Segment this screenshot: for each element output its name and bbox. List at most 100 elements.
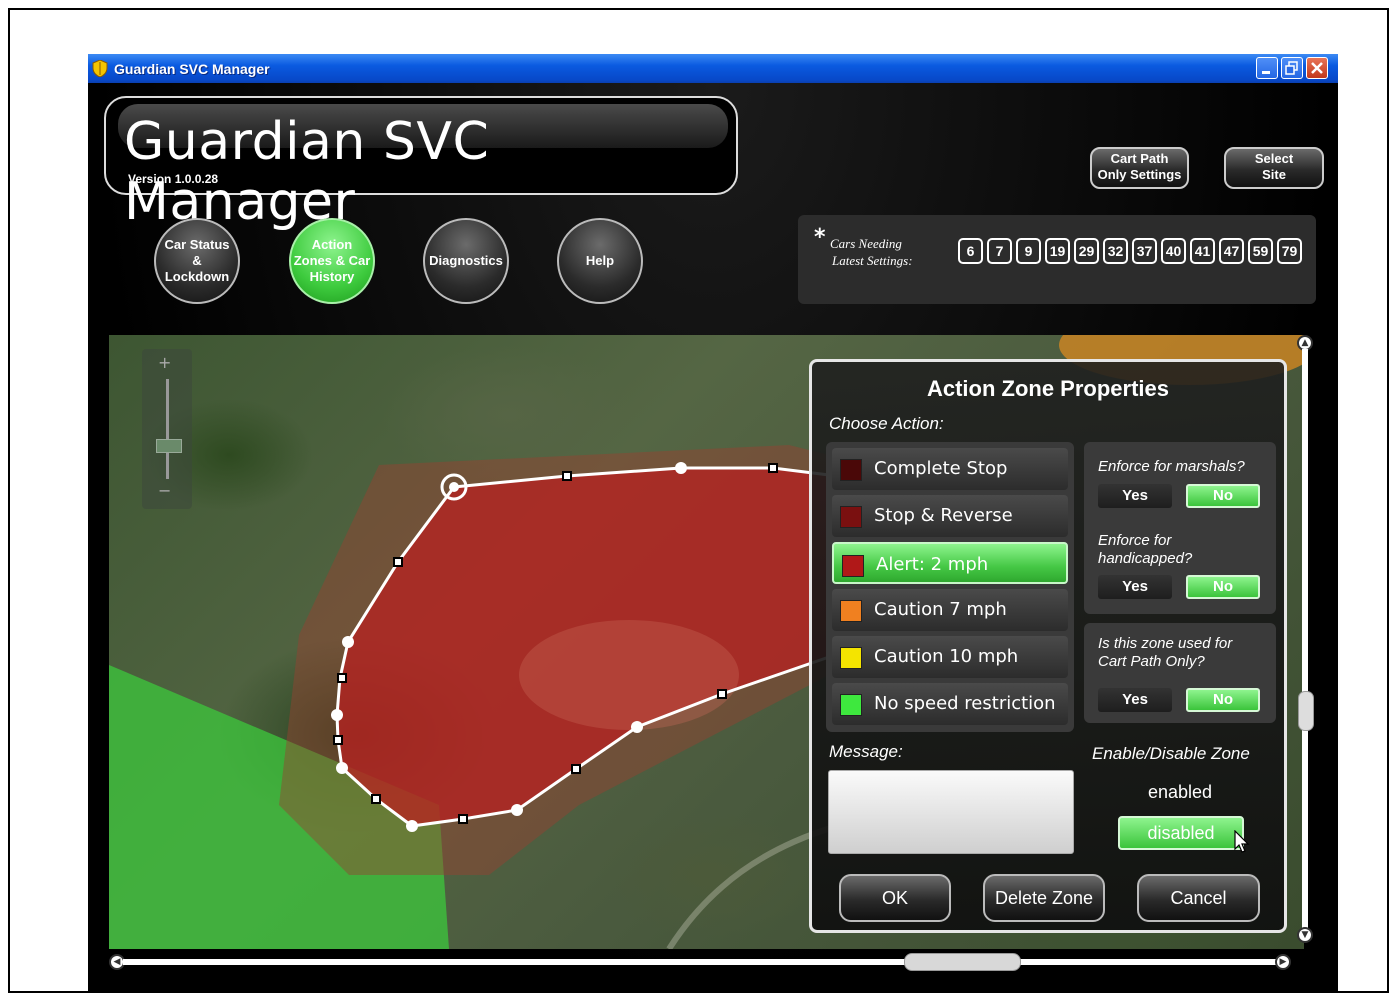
zoom-out-icon[interactable]: −: [158, 481, 171, 500]
enforce-handicapped-line2: handicapped?: [1098, 550, 1193, 567]
nav-action-zones-car-history[interactable]: Action Zones & Car History: [289, 218, 375, 304]
title-bar[interactable]: Guardian SVC Manager: [88, 54, 1338, 83]
vertex-dot[interactable]: [511, 804, 523, 816]
zoom-control[interactable]: + −: [142, 349, 192, 509]
vertex-dot[interactable]: [331, 709, 343, 721]
car-number-box[interactable]: 79: [1277, 238, 1302, 264]
car-number-box[interactable]: 40: [1161, 238, 1186, 264]
vertical-scrollbar[interactable]: ▲ ▼: [1293, 335, 1317, 949]
action-option-label: Stop & Reverse: [874, 505, 1013, 526]
enforce-marshals-label: Enforce for marshals?: [1098, 458, 1245, 475]
nav-car-status-lockdown[interactable]: Car Status & Lockdown: [154, 218, 240, 304]
nav-label-line: Action: [311, 237, 353, 252]
vertical-scroll-track[interactable]: [1302, 349, 1308, 937]
nav-label-line: Diagnostics: [429, 253, 503, 268]
horizontal-scroll-thumb[interactable]: [904, 953, 1021, 971]
vertical-scroll-thumb[interactable]: [1298, 691, 1314, 731]
enable-disable-label: Enable/Disable Zone: [1092, 744, 1250, 763]
nav-label-line: History: [309, 269, 355, 284]
enabled-option[interactable]: enabled: [1148, 782, 1212, 803]
horizontal-scrollbar[interactable]: ◀ ▶: [109, 949, 1304, 975]
zoom-track[interactable]: [166, 379, 169, 479]
disabled-button[interactable]: disabled: [1118, 816, 1244, 850]
midpoint-handle[interactable]: [562, 471, 572, 481]
vertex-dot[interactable]: [336, 762, 348, 774]
nav-help[interactable]: Help: [557, 218, 643, 304]
close-button[interactable]: [1306, 57, 1328, 79]
action-option-label: Caution 7 mph: [874, 599, 1007, 620]
car-number-box[interactable]: 9: [1016, 238, 1041, 264]
car-number-box[interactable]: 37: [1132, 238, 1157, 264]
car-number-box[interactable]: 7: [987, 238, 1012, 264]
action-color-swatch: [840, 647, 862, 669]
action-color-swatch: [840, 600, 862, 622]
car-number-box[interactable]: 47: [1219, 238, 1244, 264]
ok-button[interactable]: OK: [839, 874, 951, 922]
midpoint-handle[interactable]: [768, 463, 778, 473]
cart-path-settings-button[interactable]: Cart Path Only Settings: [1090, 147, 1189, 189]
handicapped-yes-button[interactable]: Yes: [1098, 575, 1172, 599]
action-color-swatch: [840, 694, 862, 716]
outer-frame: Guardian SVC Manager Guardian SVC Manage…: [8, 8, 1389, 993]
cart-path-only-yes-button[interactable]: Yes: [1098, 688, 1172, 712]
nav-label-line: Lockdown: [164, 269, 230, 284]
horizontal-scroll-track[interactable]: [123, 959, 1288, 965]
car-number-box[interactable]: 59: [1248, 238, 1273, 264]
cart-path-only-no-button[interactable]: No: [1186, 688, 1260, 712]
action-option[interactable]: Complete Stop: [832, 448, 1068, 490]
vertex-dot[interactable]: [406, 820, 418, 832]
marshals-no-button[interactable]: No: [1186, 484, 1260, 508]
mouse-cursor-icon: [1234, 830, 1250, 853]
cart-path-only-box: Is this zone used for Cart Path Only? Ye…: [1084, 623, 1276, 723]
action-option-label: Complete Stop: [874, 458, 1008, 479]
cart-path-only-line2: Cart Path Only?: [1098, 653, 1205, 670]
zoom-slider-thumb[interactable]: [156, 439, 182, 453]
enforce-handicapped-label: Enforce for handicapped?: [1098, 532, 1192, 568]
version-label: Version 1.0.0.28: [128, 172, 219, 186]
handicapped-no-button[interactable]: No: [1186, 575, 1260, 599]
cars-needing-label-line1: Cars Needing: [830, 236, 902, 251]
restore-button[interactable]: [1281, 57, 1303, 79]
car-number-box[interactable]: 29: [1074, 238, 1099, 264]
action-option[interactable]: Caution 10 mph: [832, 636, 1068, 678]
close-icon: [1311, 62, 1323, 74]
action-option-label: No speed restriction: [874, 693, 1056, 714]
logo-box: Guardian SVC Manager Version 1.0.0.28: [104, 96, 738, 232]
message-input[interactable]: [828, 770, 1074, 854]
vertex-dot[interactable]: [675, 462, 687, 474]
minimize-button[interactable]: [1256, 57, 1278, 79]
enforce-options-box: Enforce for marshals? Yes No Enforce for…: [1084, 442, 1276, 614]
action-list: Complete Stop Stop & Reverse Alert: 2 mph C…: [826, 442, 1074, 732]
midpoint-handle[interactable]: [571, 764, 581, 774]
asterisk-marker: *: [814, 225, 826, 250]
cancel-button[interactable]: Cancel: [1137, 874, 1260, 922]
scroll-down-icon[interactable]: ▼: [1297, 927, 1313, 943]
midpoint-handle[interactable]: [393, 557, 403, 567]
action-color-swatch: [842, 555, 864, 577]
zoom-in-icon[interactable]: +: [158, 353, 171, 372]
car-number-box[interactable]: 19: [1045, 238, 1070, 264]
midpoint-handle[interactable]: [717, 689, 727, 699]
midpoint-handle[interactable]: [333, 735, 343, 745]
shield-icon: [92, 60, 108, 77]
car-number-box[interactable]: 32: [1103, 238, 1128, 264]
action-option[interactable]: Stop & Reverse: [832, 495, 1068, 537]
nav-label-line: Zones & Car: [293, 253, 371, 268]
midpoint-handle[interactable]: [337, 673, 347, 683]
midpoint-handle[interactable]: [458, 814, 468, 824]
select-site-button[interactable]: Select Site: [1224, 147, 1324, 189]
marshals-yes-button[interactable]: Yes: [1098, 484, 1172, 508]
scroll-right-icon[interactable]: ▶: [1275, 954, 1291, 970]
car-number-box[interactable]: 41: [1190, 238, 1215, 264]
vertex-dot[interactable]: [342, 636, 354, 648]
action-option[interactable]: Caution 7 mph: [832, 589, 1068, 631]
delete-zone-button[interactable]: Delete Zone: [983, 874, 1105, 922]
midpoint-handle[interactable]: [371, 794, 381, 804]
action-option[interactable]: No speed restriction: [832, 683, 1068, 725]
nav-diagnostics[interactable]: Diagnostics: [423, 218, 509, 304]
zone-start-dot: [449, 482, 459, 492]
car-number-box[interactable]: 6: [958, 238, 983, 264]
cars-needing-settings-panel: * Cars Needing Latest Settings: 6 7 9 19 29 3…: [798, 215, 1316, 304]
vertex-dot[interactable]: [631, 721, 643, 733]
action-option[interactable]: Alert: 2 mph: [832, 542, 1068, 584]
